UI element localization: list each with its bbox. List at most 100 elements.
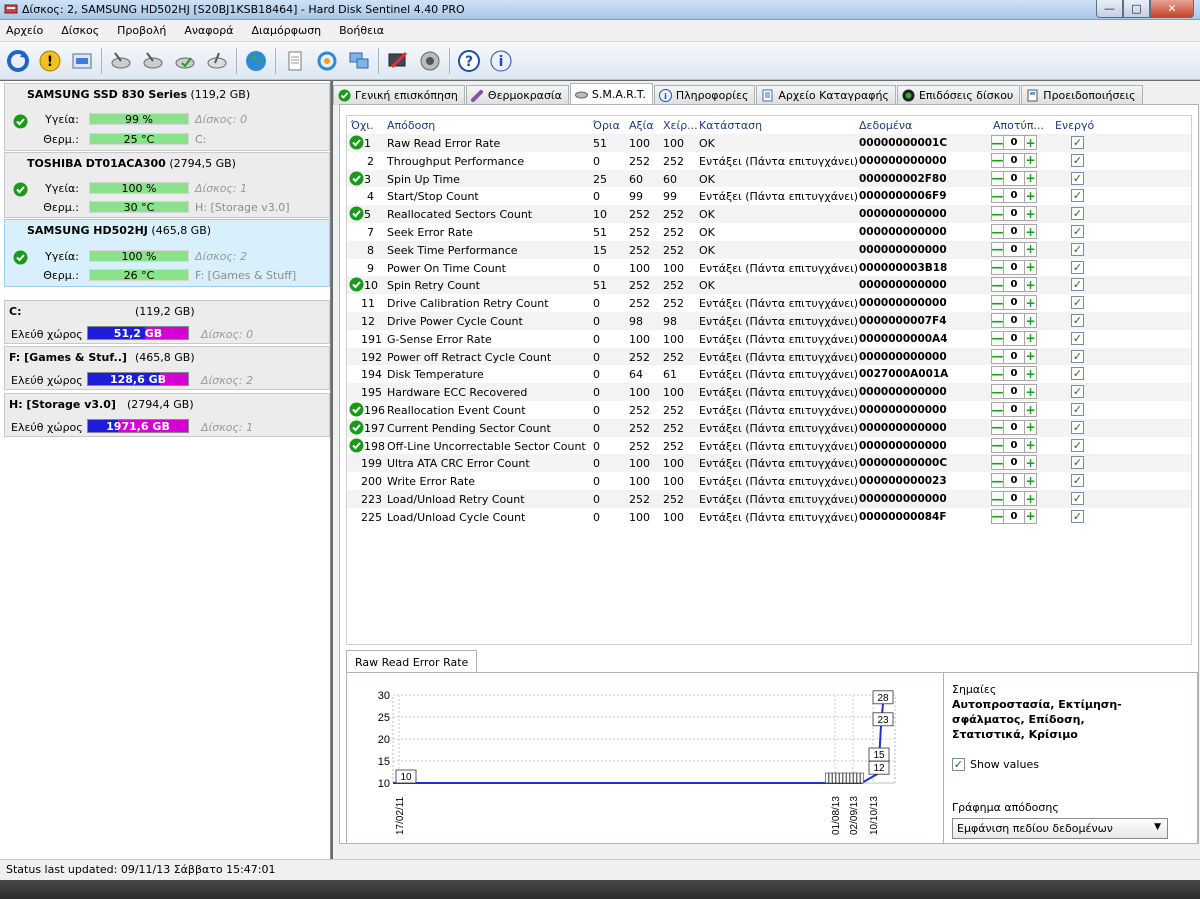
menu-help[interactable]: Βοήθεια xyxy=(339,24,384,37)
offset-stepper[interactable]: —0 + xyxy=(991,437,1037,453)
enabled-checkbox[interactable]: ✓ xyxy=(1071,403,1084,416)
plus-button[interactable]: + xyxy=(1024,224,1037,239)
table-row[interactable]: 5 Reallocated Sectors Count 10 252 252 OK 0000… xyxy=(347,205,1191,223)
plus-button[interactable]: + xyxy=(1024,295,1037,311)
offset-stepper[interactable]: —0 + xyxy=(991,419,1037,435)
enabled-checkbox[interactable]: ✓ xyxy=(1071,331,1084,345)
tab-log[interactable]: Αρχείο Καταγραφής xyxy=(756,85,896,105)
enabled-checkbox[interactable]: ✓ xyxy=(1071,153,1084,167)
plus-button[interactable]: + xyxy=(1024,491,1037,506)
offset-stepper[interactable]: —0 + xyxy=(991,206,1037,222)
offset-stepper[interactable]: —0 + xyxy=(991,473,1037,489)
table-row[interactable]: 223 Load/Unload Retry Count 0 252 252 Εντάξει… xyxy=(347,490,1191,508)
minus-button[interactable]: — xyxy=(991,206,1004,222)
table-row[interactable]: 199 Ultra ATA CRC Error Count 0 100 100 Εντάξ… xyxy=(347,454,1191,473)
disk-scan-icon[interactable] xyxy=(203,47,230,74)
minus-button[interactable]: — xyxy=(991,152,1004,168)
col-worst[interactable]: Χείρ... xyxy=(663,119,698,132)
table-row[interactable]: 8 Seek Time Performance 15 252 252 OK 00000000… xyxy=(347,240,1191,259)
close-button[interactable]: ✕ xyxy=(1150,0,1194,18)
table-row[interactable]: 191 G-Sense Error Rate 0 100 100 Εντάξει (Πάν… xyxy=(347,330,1191,348)
offset-stepper[interactable]: —0 + xyxy=(991,170,1037,186)
disk-card[interactable]: SAMSUNG SSD 830 Series (119,2 GB) Υγεία:… xyxy=(4,83,330,151)
enabled-checkbox[interactable]: ✓ xyxy=(1071,171,1084,185)
minus-button[interactable]: — xyxy=(991,473,1004,489)
alert-icon[interactable]: ! xyxy=(36,47,63,74)
speaker-icon[interactable] xyxy=(416,47,443,74)
table-row[interactable]: 10 Spin Retry Count 51 252 252 OK 000000000000… xyxy=(347,276,1191,295)
plus-button[interactable]: + xyxy=(1024,152,1037,168)
col-offset[interactable]: Αποτύπ... xyxy=(993,119,1044,132)
plus-button[interactable]: + xyxy=(1024,188,1037,204)
table-row[interactable]: 225 Load/Unload Cycle Count 0 100 100 Εντάξει… xyxy=(347,508,1191,526)
minus-button[interactable]: — xyxy=(991,170,1004,186)
col-enabled[interactable]: Ενεργό xyxy=(1055,119,1094,132)
enabled-checkbox[interactable]: ✓ xyxy=(1071,420,1084,434)
offset-stepper[interactable]: —0 + xyxy=(991,348,1037,364)
menu-disk[interactable]: Δίσκος xyxy=(61,24,99,37)
table-row[interactable]: 2 Throughput Performance 0 252 252 Εντάξει (Π… xyxy=(347,152,1191,170)
show-values-checkbox[interactable]: ✓ xyxy=(952,758,965,771)
plus-button[interactable]: + xyxy=(1024,330,1037,346)
tab-information[interactable]: i Πληροφορίες xyxy=(653,85,756,105)
enabled-checkbox[interactable]: ✓ xyxy=(1071,278,1084,292)
maximize-button[interactable]: □ xyxy=(1123,0,1150,18)
table-row[interactable]: 11 Drive Calibration Retry Count 0 252 252 Εν… xyxy=(347,294,1191,312)
offset-stepper[interactable]: —0 + xyxy=(991,224,1037,239)
tab-performance[interactable]: Επιδόσεις δίσκου xyxy=(896,85,1021,105)
table-row[interactable]: 197 Current Pending Sector Count 0 252 252 Εν… xyxy=(347,418,1191,437)
graph-select[interactable]: Εμφάνιση πεδίου δεδομένων ▼ xyxy=(952,818,1168,839)
table-row[interactable]: 12 Drive Power Cycle Count 0 98 98 Εντάξει (Π… xyxy=(347,312,1191,330)
sync-icon[interactable] xyxy=(313,47,340,74)
plus-button[interactable]: + xyxy=(1024,277,1037,293)
disk-card[interactable]: TOSHIBA DT01ACA300 (2794,5 GB) Υγεία: 10… xyxy=(4,152,330,218)
volume-card[interactable]: F: [Games & Stuf..] (465,8 GB) Ελεύθ χώρ… xyxy=(4,346,330,390)
enabled-checkbox[interactable]: ✓ xyxy=(1071,314,1084,327)
offset-stepper[interactable]: —0 + xyxy=(991,455,1037,471)
table-row[interactable]: 195 Hardware ECC Recovered 0 100 100 Εντάξει … xyxy=(347,383,1191,401)
plus-button[interactable]: + xyxy=(1024,170,1037,186)
enabled-checkbox[interactable]: ✓ xyxy=(1071,260,1084,274)
offset-stepper[interactable]: —0 + xyxy=(991,241,1037,257)
plus-button[interactable]: + xyxy=(1024,473,1037,489)
minus-button[interactable]: — xyxy=(991,491,1004,506)
minus-button[interactable]: — xyxy=(991,330,1004,346)
minus-button[interactable]: — xyxy=(991,366,1004,382)
col-threshold[interactable]: Όρια xyxy=(593,119,620,132)
tab-chart-attribute[interactable]: Raw Read Error Rate xyxy=(346,650,478,673)
info-icon[interactable]: i xyxy=(487,47,514,74)
table-row[interactable]: 3 Spin Up Time 25 60 60 OK 000000002F80 —0 + ✓ xyxy=(347,169,1191,188)
plus-button[interactable]: + xyxy=(1024,135,1037,150)
offset-stepper[interactable]: —0 + xyxy=(991,508,1037,524)
table-row[interactable]: 9 Power On Time Count 0 100 100 Εντάξει (Πάντ… xyxy=(347,259,1191,277)
offset-stepper[interactable]: —0 + xyxy=(991,152,1037,168)
document-icon[interactable] xyxy=(281,47,308,74)
table-row[interactable]: 194 Disk Temperature 0 64 61 Εντάξει (Πάντα ε… xyxy=(347,365,1191,383)
tab-smart[interactable]: S.M.A.R.T. xyxy=(569,83,653,105)
offset-stepper[interactable]: —0 + xyxy=(991,295,1037,311)
col-value[interactable]: Αξία xyxy=(629,119,654,132)
menu-file[interactable]: Αρχείο xyxy=(6,24,43,37)
minus-button[interactable]: — xyxy=(991,135,1004,150)
col-id[interactable]: Όχι. xyxy=(351,119,374,132)
plus-button[interactable]: + xyxy=(1024,313,1037,328)
volume-card[interactable]: C: (119,2 GB) Ελεύθ χώρος 51,2 GB Δίσκος… xyxy=(4,300,330,344)
network-icon[interactable] xyxy=(345,47,372,74)
enabled-checkbox[interactable]: ✓ xyxy=(1071,136,1084,149)
minus-button[interactable]: — xyxy=(991,313,1004,328)
table-row[interactable]: 192 Power off Retract Cycle Count 0 252 252 Ε… xyxy=(347,347,1191,366)
offset-stepper[interactable]: —0 + xyxy=(991,277,1037,293)
minus-button[interactable]: — xyxy=(991,295,1004,311)
refresh-icon[interactable] xyxy=(4,47,31,74)
offset-stepper[interactable]: —0 + xyxy=(991,259,1037,275)
offset-stepper[interactable]: —0 + xyxy=(991,491,1037,506)
report-icon[interactable] xyxy=(68,47,95,74)
monitor-edit-icon[interactable] xyxy=(384,47,411,74)
enabled-checkbox[interactable]: ✓ xyxy=(1071,456,1084,470)
enabled-checkbox[interactable]: ✓ xyxy=(1071,474,1084,488)
table-row[interactable]: 200 Write Error Rate 0 100 100 Εντάξει (Πάντα… xyxy=(347,472,1191,490)
plus-button[interactable]: + xyxy=(1024,384,1037,400)
col-status[interactable]: Κατάσταση xyxy=(699,119,762,132)
tab-alerts[interactable]: Προειδοποιήσεις xyxy=(1021,85,1143,105)
globe-icon[interactable] xyxy=(242,47,269,74)
